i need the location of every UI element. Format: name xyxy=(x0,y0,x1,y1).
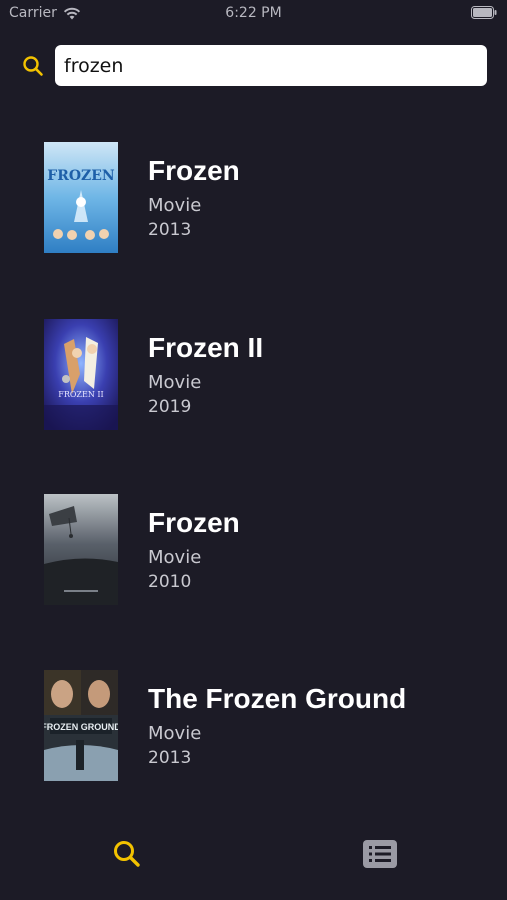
poster-image xyxy=(44,494,118,605)
result-type: Movie xyxy=(148,195,202,216)
result-type: Movie xyxy=(148,547,202,568)
status-bar: Carrier 6:22 PM xyxy=(0,0,507,28)
result-item[interactable]: FROZEN GROUND The Frozen Ground Movie 20… xyxy=(0,670,507,782)
result-year: 2013 xyxy=(148,748,192,768)
poster-image: FROZEN xyxy=(44,142,118,253)
result-title: The Frozen Ground xyxy=(148,683,407,714)
result-type: Movie xyxy=(148,372,202,393)
result-year: 2019 xyxy=(148,397,192,417)
search-icon xyxy=(114,841,140,867)
result-title: Frozen xyxy=(148,507,240,538)
svg-text:FROZEN II: FROZEN II xyxy=(58,390,103,399)
svg-text:FROZEN GROUND: FROZEN GROUND xyxy=(44,722,118,732)
result-item[interactable]: FROZEN Frozen Movie 2013 xyxy=(0,142,507,254)
tab-bar xyxy=(0,820,507,900)
tab-search[interactable] xyxy=(109,836,145,872)
screen: Carrier 6:22 PM frozen FROZEN Frozen Mov… xyxy=(0,0,507,900)
poster-image: FROZEN GROUND xyxy=(44,670,118,781)
search-bar xyxy=(0,45,507,87)
result-title: Frozen II xyxy=(148,332,264,363)
result-item[interactable]: Frozen Movie 2010 xyxy=(0,494,507,606)
result-item[interactable]: FROZEN II Frozen II Movie 2019 xyxy=(0,319,507,431)
poster-image: FROZEN II xyxy=(44,319,118,430)
svg-text:FROZEN: FROZEN xyxy=(47,168,115,184)
list-icon xyxy=(363,840,397,868)
result-year: 2013 xyxy=(148,220,192,240)
battery-icon xyxy=(471,6,497,19)
tab-list[interactable] xyxy=(362,836,398,872)
result-year: 2010 xyxy=(148,572,192,592)
result-type: Movie xyxy=(148,723,202,744)
search-input[interactable] xyxy=(55,45,487,86)
search-icon xyxy=(21,54,45,78)
status-time: 6:22 PM xyxy=(225,5,282,21)
result-title: Frozen xyxy=(148,155,240,186)
